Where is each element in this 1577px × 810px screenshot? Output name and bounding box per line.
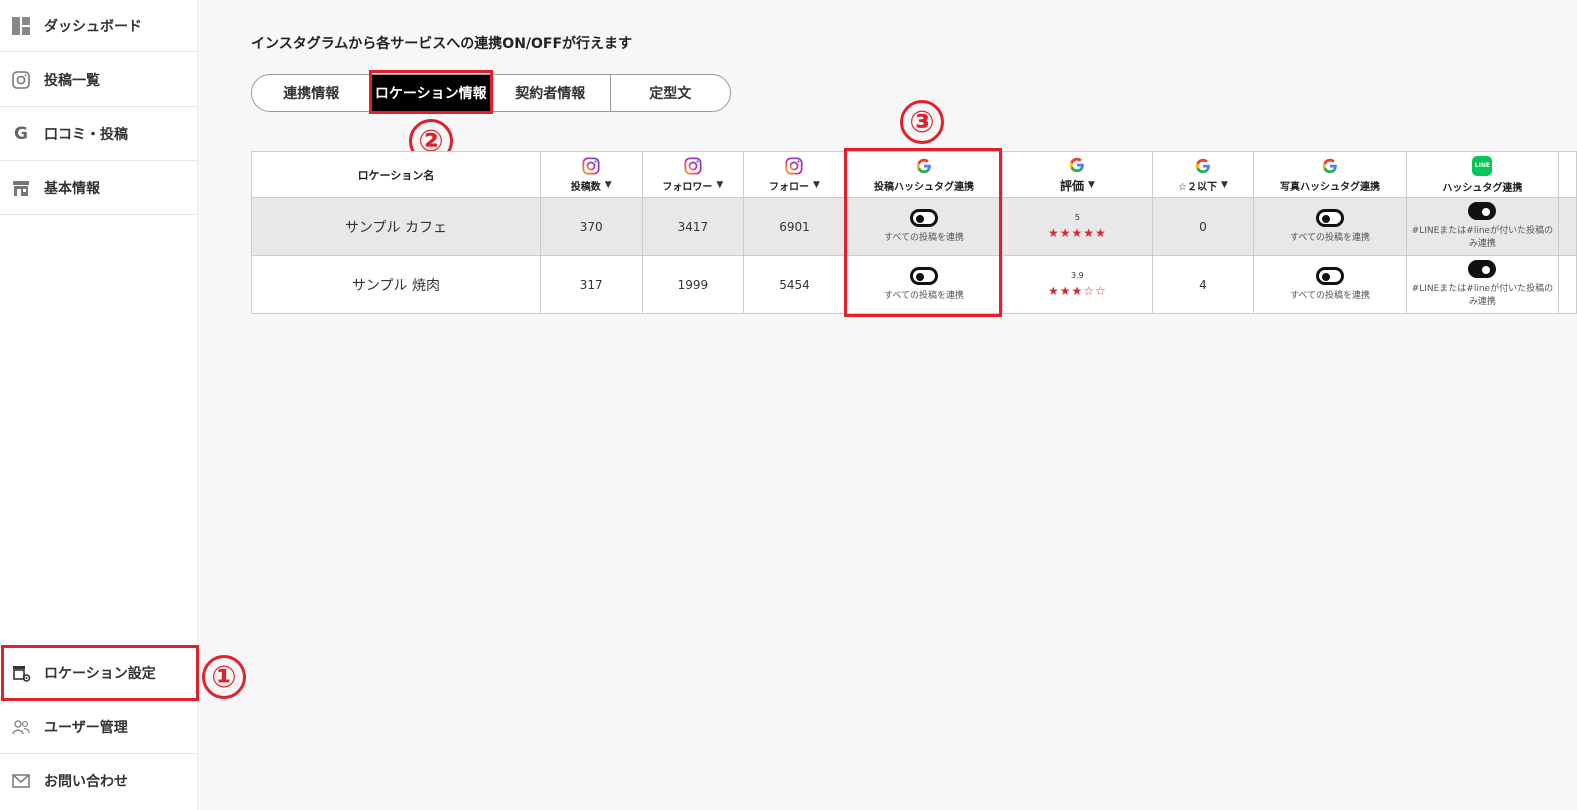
low-rating-count: 4 <box>1199 277 1207 292</box>
header-overflow-cell <box>1559 152 1577 198</box>
rating-stars: ★★★☆☆ <box>1048 284 1107 298</box>
photo-hashtag-toggle[interactable] <box>1315 266 1344 285</box>
tab-templates[interactable]: 定型文 <box>611 75 731 111</box>
tab-integration-info[interactable]: 連携情報 <box>252 75 372 111</box>
header-post-hashtag: 投稿ハッシュタグ連携 <box>845 152 1004 198</box>
sort-caret-icon[interactable]: ▼ <box>605 180 612 190</box>
location-table: ロケーション名 投稿数 ▼ フォロワー ▼ フォロー ▼ 投稿ハッシュタグ連携 評価 ▼… <box>251 151 1577 314</box>
header-rating[interactable]: 評価 ▼ <box>1003 152 1153 198</box>
dashboard-icon <box>10 15 32 37</box>
line-icon: LINE <box>1472 155 1493 176</box>
sidebar-item-label: 口コミ・投稿 <box>44 126 128 143</box>
sort-caret-icon[interactable]: ▼ <box>716 180 723 190</box>
following-count: 6901 <box>779 219 810 234</box>
line-hashtag-status: #LINEまたは#lineが付いた投稿のみ連携 <box>1411 226 1554 249</box>
low-rating-count: 0 <box>1199 219 1207 234</box>
posts-count: 370 <box>579 219 603 234</box>
header-location-name: ロケーション名 <box>252 152 541 198</box>
photo-hashtag-status: すべての投稿を連携 <box>1289 232 1370 243</box>
sidebar-item-label: 投稿一覧 <box>44 72 100 89</box>
sidebar-item-reviews[interactable]: G 口コミ・投稿 <box>0 107 198 161</box>
sidebar-item-contact[interactable]: お問い合わせ <box>0 754 198 808</box>
sidebar-item-label: 基本情報 <box>44 180 100 197</box>
google-icon: G <box>14 123 28 144</box>
line-hashtag-toggle[interactable] <box>1468 260 1497 279</box>
location-name: サンプル カフェ <box>344 219 447 236</box>
post-hashtag-status: すべての投稿を連携 <box>883 290 964 301</box>
sidebar-item-label: ダッシュボード <box>44 18 142 35</box>
post-hashtag-toggle[interactable] <box>909 208 938 227</box>
followers-count: 1999 <box>677 277 709 292</box>
tab-bar: 連携情報 ロケーション情報 契約者情報 定型文 <box>251 74 731 112</box>
location-settings-icon <box>10 662 32 684</box>
google-icon <box>916 158 931 173</box>
sort-caret-icon[interactable]: ▼ <box>813 180 820 190</box>
google-icon <box>1070 157 1085 172</box>
rating-value: 3.9 <box>1071 271 1084 280</box>
location-name: サンプル 焼肉 <box>351 277 440 294</box>
followers-count: 3417 <box>677 219 709 234</box>
sidebar-item-posts[interactable]: 投稿一覧 <box>0 53 198 107</box>
rating-stars: ★★★★★ <box>1048 226 1107 240</box>
sidebar-item-location-settings[interactable]: ロケーション設定 <box>0 646 198 700</box>
table-row: サンプル カフェ 370 3417 6901 すべての投稿を連携 5 ★★★★★… <box>252 198 1577 256</box>
instagram-icon <box>684 156 702 175</box>
mail-icon <box>10 770 32 792</box>
sidebar-item-label: ユーザー管理 <box>44 719 128 736</box>
line-hashtag-toggle[interactable] <box>1468 202 1497 221</box>
callout-number-1: ① <box>202 655 246 699</box>
tab-contractor-info[interactable]: 契約者情報 <box>491 75 611 111</box>
sidebar-item-dashboard[interactable]: ダッシュボード <box>0 0 198 52</box>
google-icon <box>1322 158 1337 173</box>
photo-hashtag-status: すべての投稿を連携 <box>1289 290 1370 301</box>
posts-count: 317 <box>579 277 603 292</box>
store-icon <box>10 177 32 199</box>
header-followers[interactable]: フォロワー ▼ <box>642 152 745 198</box>
post-hashtag-status: すべての投稿を連携 <box>883 232 964 243</box>
sidebar-item-label: お問い合わせ <box>44 774 128 790</box>
sort-caret-icon[interactable]: ▼ <box>1088 180 1095 190</box>
table-row: サンプル 焼肉 317 1999 5454 すべての投稿を連携 3.9 ★★★☆… <box>252 256 1577 314</box>
page-description: インスタグラムから各サービスへの連携ON/OFFが行えます <box>251 36 633 52</box>
table-header-row: ロケーション名 投稿数 ▼ フォロワー ▼ フォロー ▼ 投稿ハッシュタグ連携 評価 ▼… <box>252 152 1577 198</box>
callout-number-3: ③ <box>900 100 944 144</box>
google-icon <box>1195 158 1210 173</box>
instagram-icon <box>10 69 32 91</box>
sidebar: ダッシュボード 投稿一覧 G 口コミ・投稿 基本情報 ロケーション設定 ユーザー… <box>0 0 198 810</box>
sidebar-item-basic-info[interactable]: 基本情報 <box>0 161 198 215</box>
post-hashtag-toggle[interactable] <box>909 266 938 285</box>
header-line-hashtag: LINE ハッシュタグ連携 <box>1406 152 1560 198</box>
instagram-icon <box>582 156 600 175</box>
rating-value: 5 <box>1074 213 1080 222</box>
sidebar-item-user-management[interactable]: ユーザー管理 <box>0 700 198 754</box>
header-following[interactable]: フォロー ▼ <box>744 152 846 198</box>
users-icon <box>10 716 32 738</box>
sidebar-item-label: ロケーション設定 <box>44 665 156 682</box>
following-count: 5454 <box>779 277 810 292</box>
header-low-rating[interactable]: ☆２以下 ▼ <box>1152 152 1255 198</box>
header-photo-hashtag: 写真ハッシュタグ連携 <box>1254 152 1407 198</box>
tab-location-info[interactable]: ロケーション情報 <box>371 75 491 111</box>
photo-hashtag-toggle[interactable] <box>1315 208 1344 227</box>
instagram-icon <box>785 156 804 175</box>
header-posts[interactable]: 投稿数 ▼ <box>540 152 643 198</box>
sort-caret-icon[interactable]: ▼ <box>1221 180 1228 190</box>
line-hashtag-status: #LINEまたは#lineが付いた投稿のみ連携 <box>1411 284 1554 307</box>
